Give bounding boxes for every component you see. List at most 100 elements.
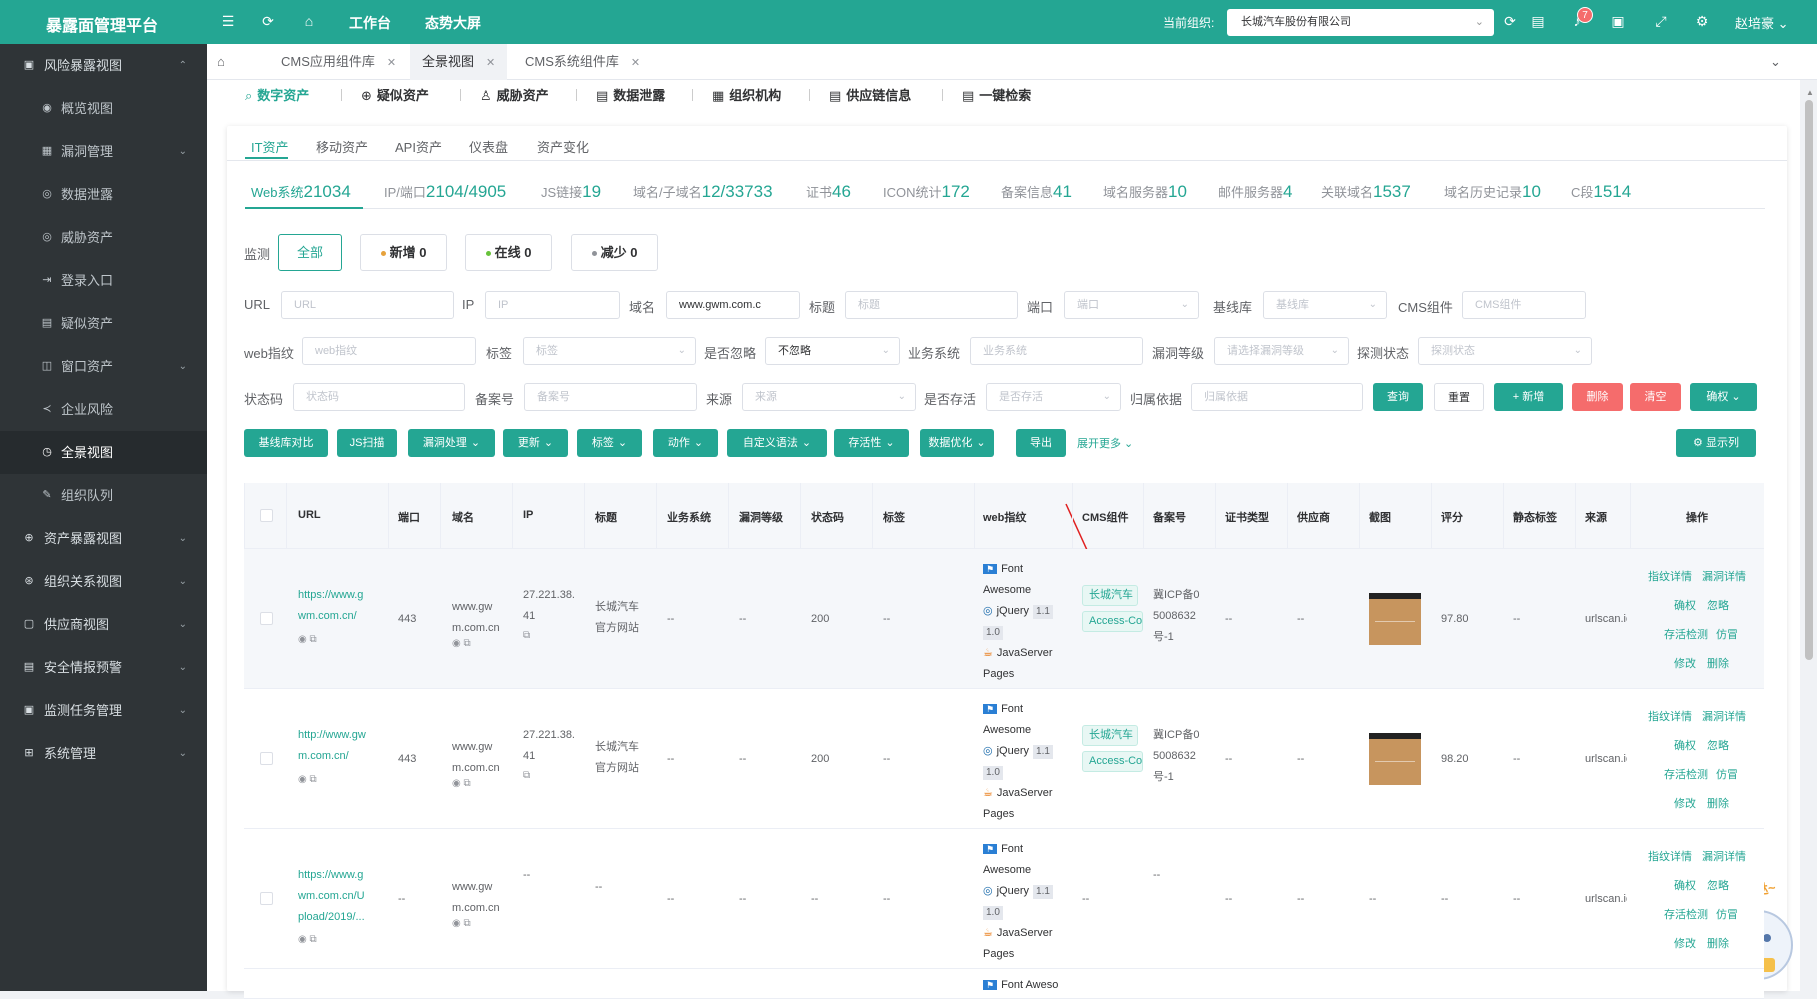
eye-icon[interactable]: ◉ ⧉ — [452, 773, 471, 794]
monitor-online-button[interactable]: 在线 0 — [465, 234, 552, 271]
toolbar-button[interactable]: 更新 ⌄ — [503, 429, 568, 457]
ignore-select[interactable]: 不忽略 ⌄ — [765, 337, 900, 365]
eye-icon[interactable]: ◉ ⧉ — [298, 629, 317, 650]
row-action-link[interactable]: 指纹详情 — [1648, 567, 1692, 588]
copy-icon[interactable]: ⧉ — [523, 625, 530, 646]
column-header[interactable]: 静态标签 — [1513, 509, 1557, 525]
column-header[interactable]: 漏洞等级 — [739, 509, 783, 525]
sync-icon[interactable]: ⟳ — [1502, 13, 1518, 29]
fingerprint-item[interactable]: ☕ JavaServer Pages — [983, 783, 1063, 825]
chevron-down-icon[interactable]: ⌄ — [1770, 44, 1781, 80]
nav-situation-screen[interactable]: 态势大屏 — [425, 13, 481, 33]
tab-cms-app[interactable]: CMS应用组件库 ✕ — [269, 44, 408, 80]
cms-tag[interactable]: 长城汽车 — [1082, 725, 1138, 746]
row-action-link[interactable]: 删除 — [1707, 934, 1729, 955]
column-header[interactable]: 域名 — [452, 509, 474, 525]
column-header[interactable]: 来源 — [1585, 509, 1607, 525]
tab-panorama[interactable]: 全景视图 ✕ — [410, 44, 508, 80]
cms-tag[interactable]: Access-Co — [1082, 751, 1143, 772]
column-header[interactable]: CMS组件 — [1082, 509, 1128, 525]
domain-input[interactable]: www.gwm.com.c — [666, 291, 800, 319]
reset-button[interactable]: 重置 — [1434, 383, 1484, 411]
toolbar-button[interactable]: 导出 — [1016, 429, 1066, 457]
sidebar-item[interactable]: ⇥ 登录入口 — [0, 259, 207, 302]
toolbar-button[interactable]: 存活性 ⌄ — [834, 429, 909, 457]
org-select[interactable]: 长城汽车股份有限公司 ⌄ — [1227, 9, 1494, 36]
tag-select[interactable]: 标签 ⌄ — [523, 337, 696, 365]
subnav-item[interactable]: ▤ 一键检索 — [962, 85, 1031, 104]
fingerprint-item[interactable]: ⚑ Font Awesome — [983, 839, 1053, 881]
row-action-link[interactable]: 漏洞详情 — [1702, 847, 1746, 868]
nav-workbench[interactable]: 工作台 — [349, 13, 391, 33]
row-action-link[interactable]: 漏洞详情 — [1702, 567, 1746, 588]
home-tab-icon[interactable]: ⌂ — [217, 44, 239, 80]
fingerprint-input[interactable]: web指纹 — [302, 337, 476, 365]
rule-icon[interactable]: ▤ — [1530, 13, 1546, 29]
clear-button[interactable]: 清空 — [1630, 383, 1681, 411]
row-action-link[interactable]: 修改 — [1674, 794, 1696, 815]
close-icon[interactable]: ✕ — [631, 57, 640, 69]
row-action-link[interactable]: 漏洞详情 — [1702, 707, 1746, 728]
eye-icon[interactable]: ◉ ⧉ — [298, 769, 317, 790]
toolbar-button[interactable]: JS扫描 — [337, 429, 397, 457]
toolbar-button[interactable]: 漏洞处理 ⌄ — [408, 429, 495, 457]
stat-item[interactable]: 邮件服务器4 — [1218, 182, 1292, 202]
cms-tag[interactable]: Access-Co — [1082, 611, 1143, 632]
sidebar-item[interactable]: ▣ 监测任务管理 ⌄ — [0, 689, 207, 732]
subnav-item[interactable]: ▦ 组织机构 — [712, 85, 781, 104]
subnav-item[interactable]: ▤ 供应链信息 — [829, 85, 911, 104]
home-icon[interactable]: ⌂ — [301, 13, 317, 29]
port-select[interactable]: 端口 ⌄ — [1064, 291, 1199, 319]
close-icon[interactable]: ✕ — [486, 57, 495, 69]
icp-input[interactable]: 备案号 — [524, 383, 697, 411]
subnav-item[interactable]: ▤ 数据泄露 — [596, 85, 665, 104]
column-header[interactable]: URL — [298, 509, 321, 521]
sidebar-item[interactable]: ▤ 安全情报预警 ⌄ — [0, 646, 207, 689]
close-icon[interactable]: ✕ — [387, 57, 396, 69]
toolbar-button[interactable]: 数据优化 ⌄ — [920, 429, 994, 457]
toolbar-button[interactable]: 动作 ⌄ — [653, 429, 718, 457]
confirm-button[interactable]: 确权 ⌄ — [1690, 383, 1757, 411]
screenshot-thumbnail[interactable] — [1369, 593, 1421, 645]
column-header[interactable]: 业务系统 — [667, 509, 711, 525]
source-select[interactable]: 来源 ⌄ — [742, 383, 916, 411]
card-tab-changes[interactable]: 资产变化 — [537, 137, 589, 156]
title-input[interactable]: 标题 — [845, 291, 1018, 319]
stat-item[interactable]: IP/端口2104/4905 — [384, 182, 506, 202]
column-header[interactable]: IP — [523, 509, 533, 521]
row-action-link[interactable]: 存活检测 — [1664, 765, 1708, 786]
url-link[interactable]: http://www.gwm.com.cn/ — [298, 725, 368, 767]
sidebar-item[interactable]: ▤ 疑似资产 — [0, 302, 207, 345]
fingerprint-item[interactable]: ◎ jQuery 1.1 1.0 — [983, 741, 1063, 783]
column-header[interactable]: 评分 — [1441, 509, 1463, 525]
row-action-link[interactable]: 忽略 — [1707, 876, 1729, 897]
sidebar-item[interactable]: ⊞ 系统管理 ⌄ — [0, 732, 207, 775]
sidebar-item[interactable]: ◎ 数据泄露 — [0, 173, 207, 216]
add-button[interactable]: + 新增 — [1494, 383, 1563, 411]
expand-more-link[interactable]: 展开更多 ⌄ — [1077, 435, 1133, 451]
row-action-link[interactable]: 确权 — [1674, 736, 1696, 757]
sidebar-item[interactable]: ▢ 供应商视图 ⌄ — [0, 603, 207, 646]
stat-item[interactable]: 域名历史记录10 — [1444, 182, 1541, 202]
menu-toggle-icon[interactable]: ☰ — [220, 13, 236, 29]
row-action-link[interactable]: 确权 — [1674, 876, 1696, 897]
row-action-link[interactable]: 确权 — [1674, 596, 1696, 617]
subnav-item[interactable]: ⌕ 数字资产 — [245, 85, 309, 104]
column-header[interactable]: web指纹 — [983, 509, 1026, 525]
sidebar-item[interactable]: ⊛ 组织关系视图 ⌄ — [0, 560, 207, 603]
row-action-link[interactable]: 存活检测 — [1664, 905, 1708, 926]
stat-item[interactable]: ICON统计172 — [883, 182, 970, 202]
stat-item[interactable]: 备案信息41 — [1001, 182, 1072, 202]
row-action-link[interactable]: 修改 — [1674, 934, 1696, 955]
stat-item[interactable]: Web系统21034 — [251, 182, 351, 202]
fingerprint-item[interactable]: ⚑ Font Awesome — [983, 559, 1053, 601]
cms-tag[interactable]: 长城汽车 — [1082, 585, 1138, 606]
url-link[interactable]: https://www.gwm.com.cn/Upload/2019/... — [298, 865, 368, 928]
settings-icon[interactable]: ⚙ — [1694, 13, 1710, 29]
cms-input[interactable]: CMS组件 — [1462, 291, 1586, 319]
row-checkbox[interactable] — [260, 612, 273, 625]
column-header[interactable]: 证书类型 — [1225, 509, 1269, 525]
column-header[interactable]: 标签 — [883, 509, 905, 525]
url-input[interactable]: URL — [281, 291, 454, 319]
sidebar-item[interactable]: ◷ 全景视图 — [0, 431, 207, 474]
